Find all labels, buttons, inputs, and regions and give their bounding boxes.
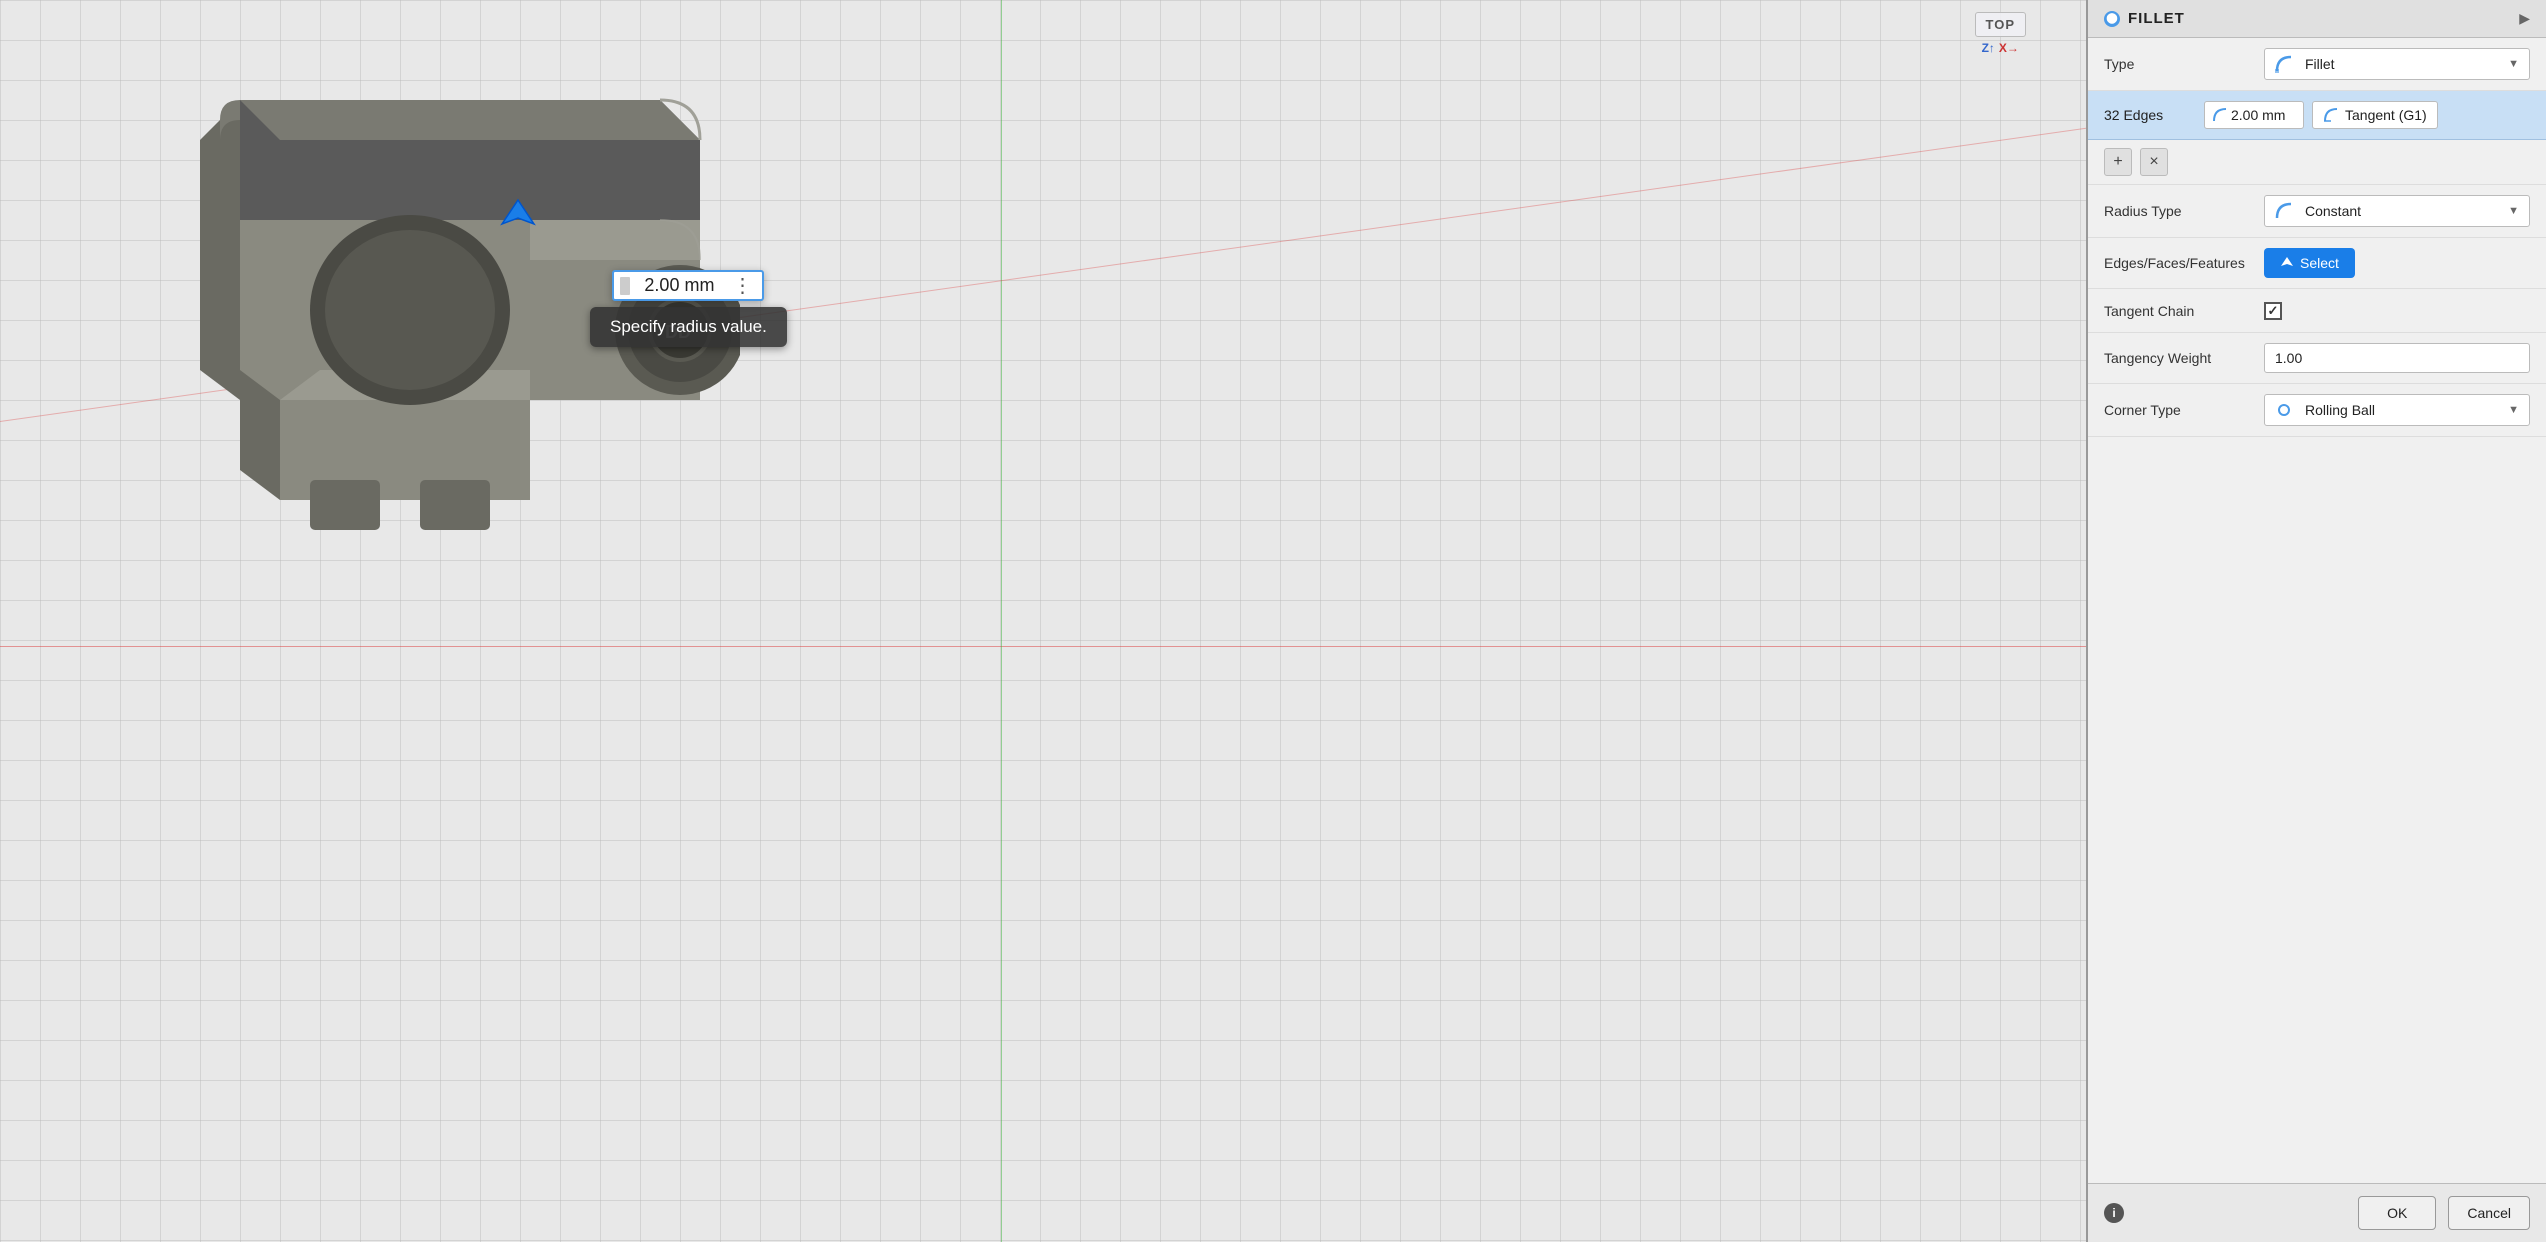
- radius-type-label: Radius Type: [2104, 203, 2264, 219]
- axis-x-label: X→: [1999, 41, 2019, 55]
- 3d-viewport[interactable]: DD 2.00 mm ⋮ Specify radius value. TOP Z…: [0, 0, 2086, 1242]
- corner-type-dropdown-value: Rolling Ball: [2305, 402, 2375, 418]
- type-dropdown[interactable]: Fillet ▼: [2264, 48, 2530, 80]
- panel-content: Type Fillet ▼ 32 Edges: [2088, 38, 2546, 1183]
- type-label: Type: [2104, 56, 2264, 72]
- radius-type-dropdown-arrow: ▼: [2508, 205, 2519, 217]
- add-edge-button[interactable]: +: [2104, 148, 2132, 176]
- panel-header: ⬤ FILLET ▶: [2088, 0, 2546, 38]
- select-cursor-icon: [2280, 256, 2294, 270]
- corner-type-row: Corner Type Rolling Ball ▼: [2088, 384, 2546, 437]
- ok-button[interactable]: OK: [2358, 1196, 2436, 1230]
- radius-type-value[interactable]: Constant ▼: [2264, 195, 2530, 227]
- panel-title: FILLET: [2128, 10, 2185, 27]
- tooltip-bubble: Specify radius value.: [590, 307, 787, 347]
- corner-type-value[interactable]: Rolling Ball ▼: [2264, 394, 2530, 426]
- tangent-chain-value[interactable]: [2264, 302, 2530, 320]
- type-value[interactable]: Fillet ▼: [2264, 48, 2530, 80]
- edges-tangent-value: Tangent (G1): [2345, 107, 2427, 123]
- tangency-weight-input[interactable]: [2264, 343, 2530, 373]
- edges-row: 32 Edges 2.00 mm Tangent (G1): [2088, 91, 2546, 140]
- axis-z-label: Z↑: [1982, 41, 1995, 55]
- panel-expand-button[interactable]: ▶: [2519, 10, 2530, 27]
- edges-tangent[interactable]: Tangent (G1): [2312, 101, 2438, 129]
- corner-type-label: Corner Type: [2104, 402, 2264, 418]
- tangent-chain-row: Tangent Chain: [2088, 289, 2546, 333]
- radius-value-input[interactable]: 2.00 mm: [634, 275, 724, 296]
- edges-faces-value[interactable]: Select: [2264, 248, 2530, 278]
- info-button[interactable]: i: [2104, 1203, 2124, 1223]
- tangent-icon: [2323, 107, 2339, 123]
- tangency-weight-row: Tangency Weight: [2088, 333, 2546, 384]
- type-dropdown-value: Fillet: [2305, 56, 2335, 72]
- type-row: Type Fillet ▼: [2088, 38, 2546, 91]
- view-cube[interactable]: TOP Z↑ X→: [1975, 12, 2027, 55]
- fillet-type-icon: [2275, 55, 2293, 73]
- select-btn-label: Select: [2300, 255, 2339, 271]
- view-cube-axes: Z↑ X→: [1982, 41, 2019, 55]
- edges-mm-value: 2.00 mm: [2231, 107, 2285, 123]
- edges-faces-label: Edges/Faces/Features: [2104, 255, 2264, 271]
- radius-type-row: Radius Type Constant ▼: [2088, 185, 2546, 238]
- tangent-chain-checkbox[interactable]: [2264, 302, 2282, 320]
- corner-type-icon: [2275, 401, 2293, 419]
- cursor-arrow: [498, 196, 538, 236]
- tangency-weight-label: Tangency Weight: [2104, 350, 2264, 366]
- icon-btn-row: + ×: [2088, 140, 2546, 185]
- radius-input-overlay[interactable]: 2.00 mm ⋮ Specify radius value.: [590, 270, 787, 347]
- tangency-weight-value[interactable]: [2264, 343, 2530, 373]
- view-cube-face-top[interactable]: TOP: [1975, 12, 2027, 37]
- cancel-button[interactable]: Cancel: [2448, 1196, 2530, 1230]
- corner-type-dropdown[interactable]: Rolling Ball ▼: [2264, 394, 2530, 426]
- tangent-chain-label: Tangent Chain: [2104, 303, 2264, 319]
- edges-label: 32 Edges: [2104, 107, 2163, 123]
- axis-green-vertical: [1001, 0, 1002, 1242]
- panel-header-icon: ⬤: [2104, 11, 2120, 27]
- tooltip-text: Specify radius value.: [610, 317, 767, 336]
- radius-input-icon: [620, 277, 630, 295]
- radius-type-icon: [2275, 202, 2293, 220]
- radius-type-dropdown-value: Constant: [2305, 203, 2361, 219]
- radius-type-dropdown[interactable]: Constant ▼: [2264, 195, 2530, 227]
- type-dropdown-arrow: ▼: [2508, 58, 2519, 70]
- edges-mm-icon: [2213, 108, 2227, 122]
- select-button[interactable]: Select: [2264, 248, 2355, 278]
- radius-input-row[interactable]: 2.00 mm ⋮: [612, 270, 764, 301]
- remove-edge-button[interactable]: ×: [2140, 148, 2168, 176]
- axis-red-horizontal: [0, 646, 2086, 647]
- panel-footer: i OK Cancel: [2088, 1183, 2546, 1242]
- right-panel: ⬤ FILLET ▶ Type Fillet ▼: [2086, 0, 2546, 1242]
- edges-badge: 32 Edges: [2104, 103, 2204, 127]
- edges-faces-row: Edges/Faces/Features Select: [2088, 238, 2546, 289]
- radius-options-button[interactable]: ⋮: [728, 276, 756, 296]
- corner-type-dropdown-arrow: ▼: [2508, 404, 2519, 416]
- edges-mm-input[interactable]: 2.00 mm: [2204, 101, 2304, 129]
